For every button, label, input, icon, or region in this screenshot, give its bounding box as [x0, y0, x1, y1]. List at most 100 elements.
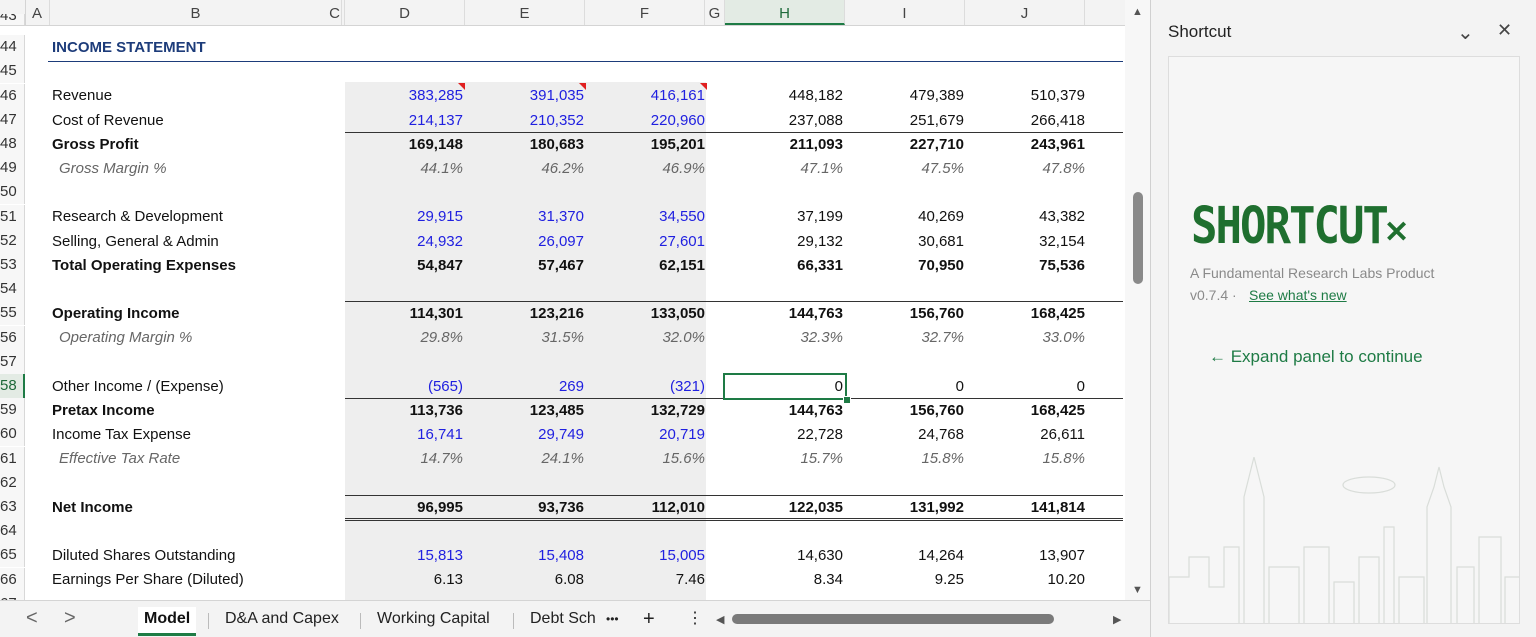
row-header-49[interactable]: 49	[0, 156, 25, 181]
row-header-56[interactable]: 56	[0, 325, 25, 350]
cell-other-income: 0	[1076, 377, 1085, 395]
column-header-i[interactable]: I	[845, 0, 965, 25]
active-cell-selection[interactable]	[723, 372, 847, 400]
fill-handle[interactable]	[843, 395, 851, 404]
cell-gross-profit: 195,201	[650, 135, 705, 153]
cell-total-opex: 75,536	[1039, 256, 1085, 274]
tab-da-capex[interactable]: D&A and Capex	[225, 607, 339, 633]
row-header-54[interactable]: 54	[0, 277, 25, 302]
row-label-eps: Earnings Per Share (Diluted)	[52, 571, 244, 589]
tab-divider	[208, 613, 209, 629]
row-label-operating-income: Operating Income	[52, 305, 180, 323]
row-header-61[interactable]: 61	[0, 446, 25, 471]
row-header-45[interactable]: 45	[0, 59, 25, 84]
cell-other-income: (321)	[669, 377, 705, 395]
cell-border	[345, 131, 1123, 133]
cell-pretax-income: 113,736	[409, 402, 463, 419]
column-header-g[interactable]: G	[705, 0, 725, 25]
row-header-62[interactable]: 62	[0, 470, 25, 495]
comment-indicator-icon[interactable]	[700, 83, 707, 91]
cell-income-tax: 29,749	[538, 426, 584, 444]
row-label-gross-profit: Gross Profit	[52, 135, 139, 153]
cell-income-tax: 22,728	[797, 426, 843, 444]
spreadsheet[interactable]: ABCDEFGHIJ 43 44 45 46 47 48 49 50 51 52 53 54 55 56 5…	[0, 0, 1150, 637]
column-header-h[interactable]: H	[725, 0, 845, 25]
tab-options-icon[interactable]: ⋮	[687, 607, 703, 633]
cell-operating-margin: 31.5%	[541, 329, 584, 347]
cell-revenue: 391,035	[529, 87, 584, 105]
cell-other-income: (565)	[427, 377, 463, 395]
expand-panel-link[interactable]: ← Expand panel to continue	[1209, 347, 1423, 367]
cell-eps: 8.34	[813, 571, 843, 589]
row-header-44[interactable]: 44	[0, 35, 25, 60]
tab-debt-schedule[interactable]: Debt Sch	[530, 607, 596, 633]
row-label-sga: Selling, General & Admin	[52, 232, 219, 250]
cell-revenue: 448,182	[788, 87, 843, 105]
cell-revenue: 416,161	[650, 87, 705, 105]
tab-model[interactable]: Model	[138, 607, 197, 636]
row-header-60[interactable]: 60	[0, 422, 25, 447]
scroll-up-icon[interactable]: ▲	[1132, 6, 1143, 18]
column-header-j[interactable]: J	[965, 0, 1085, 25]
row-header-65[interactable]: 65	[0, 543, 25, 568]
cell-rnd: 34,550	[659, 208, 705, 226]
comment-indicator-icon[interactable]	[458, 83, 465, 91]
vertical-scrollbar[interactable]: ▲ ▼	[1125, 0, 1150, 603]
row-label-rnd: Research & Development	[52, 208, 223, 226]
horizontal-scroll-thumb[interactable]	[732, 614, 1054, 624]
column-header-d[interactable]: D	[345, 0, 465, 25]
column-header-e[interactable]: E	[465, 0, 585, 25]
close-icon[interactable]: ✕	[1497, 20, 1512, 41]
more-tabs-icon[interactable]: •••	[606, 607, 619, 633]
column-header-b[interactable]: B	[50, 0, 342, 25]
add-sheet-icon[interactable]: +	[643, 607, 655, 633]
row-header-48[interactable]: 48	[0, 132, 25, 156]
cell-operating-margin: 29.8%	[420, 329, 463, 347]
scroll-left-icon[interactable]: ◀	[716, 613, 724, 626]
cell-border	[345, 494, 1123, 496]
row-header-59[interactable]: 59	[0, 398, 25, 423]
cell-diluted-shares: 14,630	[797, 547, 843, 565]
whats-new-link[interactable]: See what's new	[1249, 287, 1347, 303]
cell-gross-profit: 169,148	[408, 135, 463, 153]
column-header-c[interactable]: C	[325, 0, 345, 25]
cell-operating-income: 156,760	[909, 305, 964, 323]
cell-total-opex: 66,331	[797, 256, 843, 274]
cell-cost-of-revenue: 266,418	[1030, 111, 1085, 129]
row-header-46[interactable]: 46	[0, 83, 25, 108]
cell-revenue: 510,379	[1030, 87, 1085, 105]
comment-indicator-icon[interactable]	[579, 83, 586, 91]
scroll-right-icon[interactable]: ▶	[1113, 613, 1121, 626]
row-header-55[interactable]: 55	[0, 301, 25, 326]
chevron-down-icon[interactable]: ⌄	[1457, 20, 1474, 45]
row-header-64[interactable]: 64	[0, 519, 25, 544]
cell-total-opex: 54,847	[417, 256, 463, 274]
tab-prev-icon[interactable]: <	[26, 607, 38, 630]
tab-working-capital[interactable]: Working Capital	[377, 607, 490, 633]
scroll-down-icon[interactable]: ▼	[1132, 584, 1143, 596]
row-header-52[interactable]: 52	[0, 228, 25, 253]
row-header-66[interactable]: 66	[0, 567, 25, 592]
column-header-f[interactable]: F	[585, 0, 705, 25]
panel-tagline: A Fundamental Research Labs Product	[1190, 265, 1435, 281]
cell-rnd: 43,382	[1039, 208, 1085, 226]
vertical-scroll-thumb[interactable]	[1133, 192, 1143, 284]
tab-next-icon[interactable]: >	[64, 607, 76, 630]
row-header-43[interactable]: 43	[0, 14, 25, 25]
column-header-a[interactable]: A	[25, 0, 50, 25]
cell-operating-margin: 32.0%	[662, 329, 705, 347]
row-header-58[interactable]: 58	[0, 374, 25, 398]
row-header-50[interactable]: 50	[0, 180, 25, 205]
cell-eps: 10.20	[1047, 571, 1085, 589]
shortcut-logo: SHORTCUT	[1191, 197, 1389, 256]
row-header-51[interactable]: 51	[0, 204, 25, 229]
cell-income-tax: 20,719	[659, 426, 705, 444]
cell-effective-tax: 15.8%	[921, 450, 964, 468]
row-header-47[interactable]: 47	[0, 107, 25, 132]
row-header-57[interactable]: 57	[0, 349, 25, 374]
row-header-63[interactable]: 63	[0, 495, 25, 519]
cell-diluted-shares: 15,005	[659, 547, 705, 565]
cell-gross-margin: 47.1%	[800, 160, 843, 177]
row-header-53[interactable]: 53	[0, 253, 25, 277]
cell-rnd: 31,370	[538, 208, 584, 226]
